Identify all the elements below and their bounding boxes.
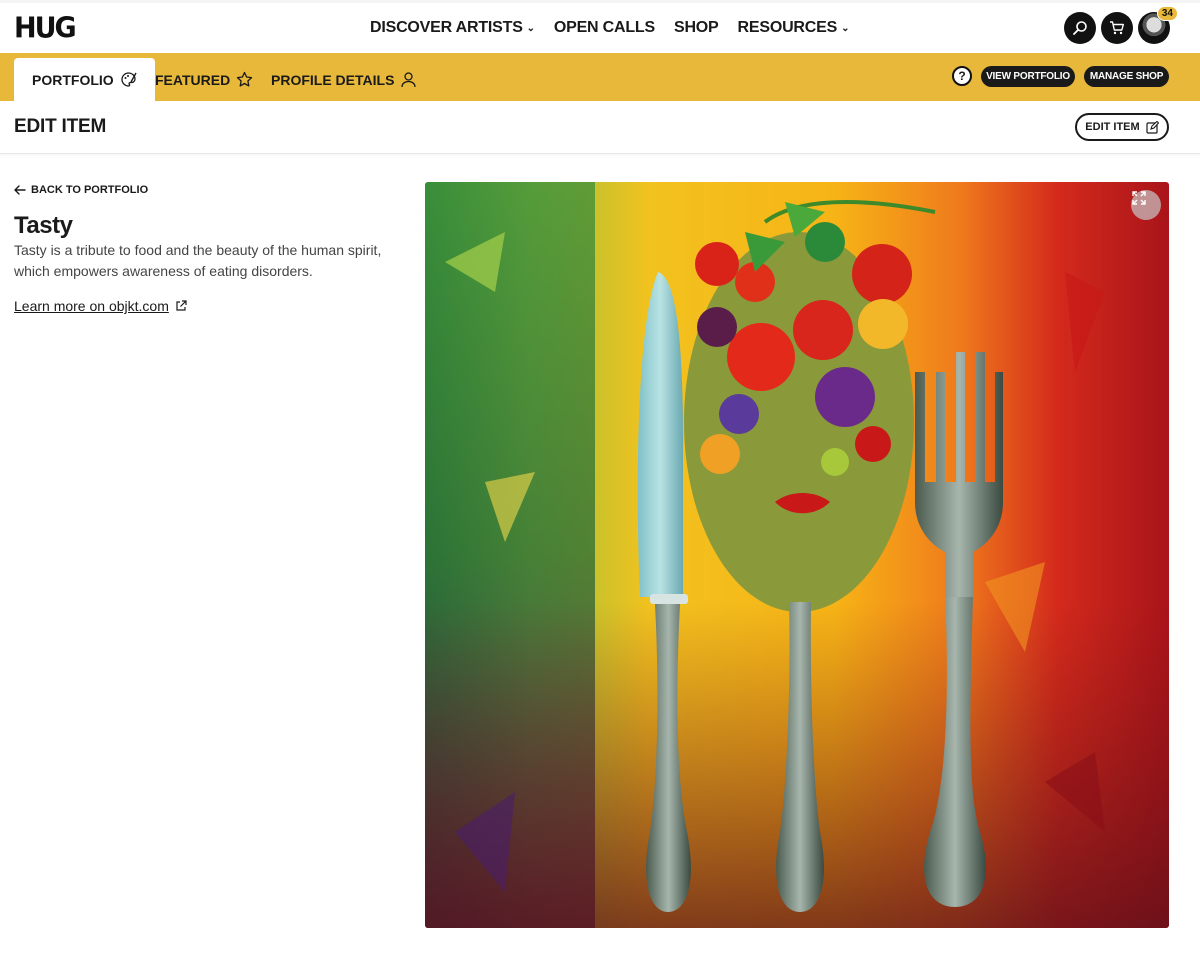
tab-portfolio-label: PORTFOLIO [32, 71, 114, 88]
page-title: EDIT ITEM [14, 116, 107, 137]
main-nav: DISCOVER ARTISTS ⌄ OPEN CALLS SHOP RESOU… [370, 19, 868, 37]
nav-shop-label: SHOP [673, 19, 719, 36]
nav-open-calls-label: OPEN CALLS [553, 19, 655, 36]
back-to-portfolio-link[interactable]: BACK TO PORTFOLIO [14, 184, 148, 196]
site-logo[interactable]: HUG [14, 12, 77, 45]
top-navigation: HUG DISCOVER ARTISTS ⌄ OPEN CALLS SHOP R… [0, 0, 1200, 53]
edit-icon [1146, 120, 1159, 134]
arrow-left-icon [14, 185, 26, 195]
manage-shop-button[interactable]: MANAGE SHOP [1084, 66, 1169, 87]
learn-more-link[interactable]: Learn more on objkt.com [14, 298, 187, 314]
notification-badge: 34 [1156, 6, 1178, 21]
edit-item-button[interactable]: EDIT ITEM [1075, 113, 1169, 141]
expand-icon [1132, 191, 1146, 205]
view-portfolio-button[interactable]: VIEW PORTFOLIO [981, 66, 1075, 87]
cart-icon [1110, 21, 1124, 35]
search-button[interactable] [1064, 12, 1096, 44]
tab-featured-label: FEATURED [155, 71, 231, 88]
nav-resources-label: RESOURCES [737, 19, 838, 36]
star-icon [236, 71, 253, 88]
tab-featured[interactable]: FEATURED [155, 58, 253, 101]
cart-button[interactable] [1101, 12, 1133, 44]
tab-profile-details[interactable]: PROFILE DETAILS [271, 58, 417, 101]
nav-open-calls[interactable]: OPEN CALLS [554, 19, 655, 37]
external-link-icon [176, 300, 187, 311]
tab-portfolio[interactable]: PORTFOLIO [14, 58, 155, 101]
learn-more-label: Learn more on objkt.com [14, 298, 169, 314]
user-icon [400, 71, 417, 88]
page-header: EDIT ITEM EDIT ITEM [0, 101, 1200, 154]
nav-shop[interactable]: SHOP [674, 19, 719, 37]
artwork-painting [425, 182, 1169, 928]
portfolio-tab-bar: PORTFOLIO FEATURED PROFILE DETAILS ? VIE… [0, 53, 1200, 101]
edit-item-button-label: EDIT ITEM [1085, 121, 1140, 133]
tab-profile-details-label: PROFILE DETAILS [271, 71, 395, 88]
search-icon [1073, 21, 1087, 35]
chevron-down-icon: ⌄ [841, 22, 850, 34]
nav-discover-artists-label: DISCOVER ARTISTS [370, 19, 523, 36]
user-avatar[interactable]: 34 [1138, 6, 1178, 44]
nav-resources[interactable]: RESOURCES ⌄ [738, 19, 850, 37]
chevron-down-icon: ⌄ [526, 22, 535, 34]
artwork-image[interactable] [425, 182, 1169, 928]
expand-image-button[interactable] [1131, 190, 1161, 220]
nav-actions: 34 [1064, 6, 1178, 44]
palette-icon [120, 71, 137, 88]
back-to-portfolio-label: BACK TO PORTFOLIO [31, 184, 149, 196]
help-button[interactable]: ? [952, 66, 972, 86]
nav-discover-artists[interactable]: DISCOVER ARTISTS ⌄ [370, 19, 535, 37]
item-description: Tasty is a tribute to food and the beaut… [14, 242, 382, 279]
item-title: Tasty [14, 212, 73, 239]
